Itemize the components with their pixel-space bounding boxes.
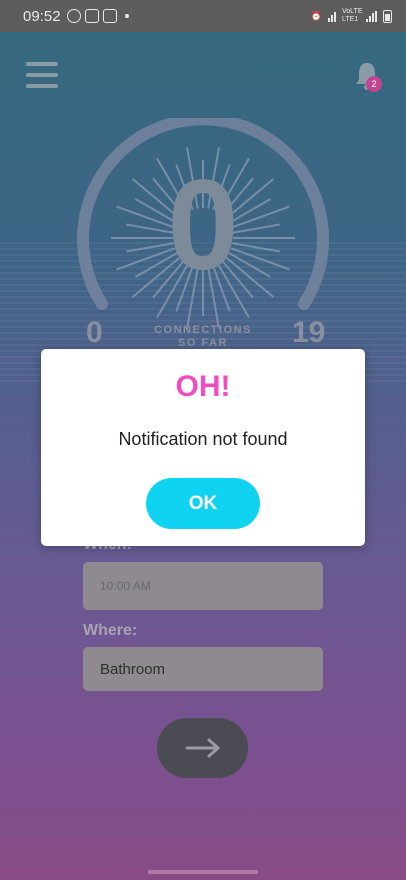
dialog-title: OH! [175, 370, 231, 403]
ok-button[interactable]: OK [146, 478, 260, 529]
home-indicator[interactable] [148, 870, 258, 874]
dialog-message: Notification not found [118, 429, 288, 449]
alert-dialog: OH! Notification not found OK [41, 349, 365, 546]
